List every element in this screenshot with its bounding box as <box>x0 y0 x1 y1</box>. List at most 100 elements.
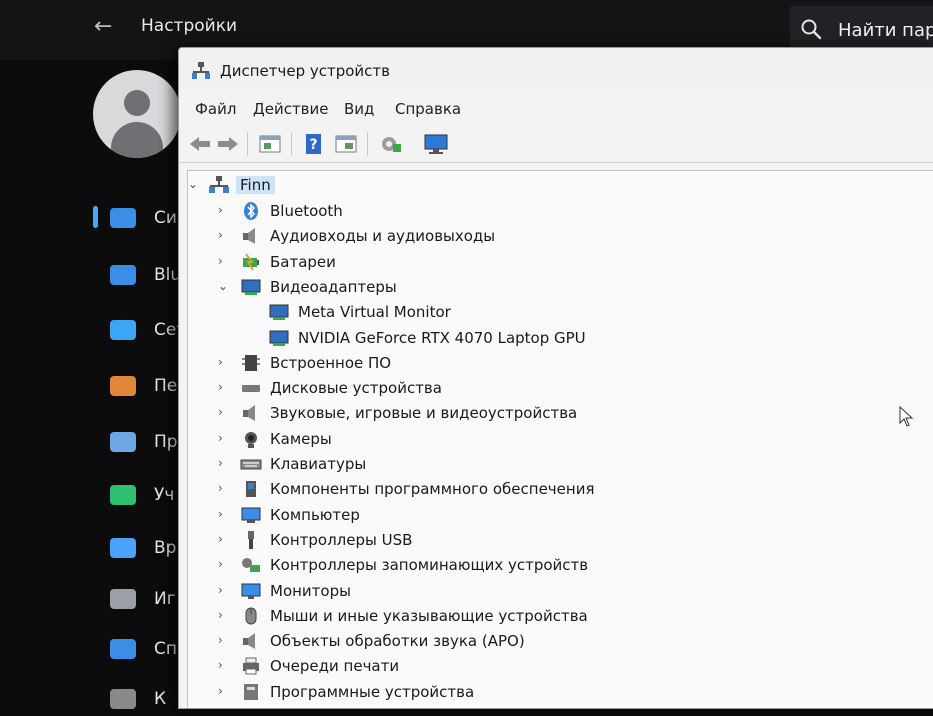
wifi-icon <box>110 320 136 340</box>
chevron-right-icon[interactable]: › <box>218 380 230 394</box>
tree-category-label: Батареи <box>270 252 336 271</box>
tree-category[interactable]: › Компьютер <box>218 503 818 527</box>
tree-category[interactable]: › Bluetooth <box>218 199 818 223</box>
battery-icon <box>243 252 259 271</box>
tree-category[interactable]: › Встроенное ПО <box>218 351 818 375</box>
chevron-right-icon[interactable]: › <box>218 431 230 445</box>
avatar-head <box>124 90 150 116</box>
tree-category-label: Встроенное ПО <box>270 353 392 372</box>
mouse-icon <box>245 607 257 625</box>
chevron-right-icon[interactable]: › <box>218 228 230 242</box>
avatar-body <box>111 122 163 158</box>
help-icon[interactable]: ? <box>301 132 327 156</box>
menu-file[interactable]: Файл <box>195 100 236 118</box>
processor-icon <box>240 707 262 709</box>
tree-category[interactable]: ›Процессоры <box>218 705 818 709</box>
tree-device[interactable]: NVIDIA GeForce RTX 4070 Laptop GPU <box>246 326 806 350</box>
settings-nav-label: Пр <box>154 432 178 452</box>
keyboard-icon <box>240 459 262 470</box>
tree-category-label: Bluetooth <box>270 202 343 220</box>
camera-icon <box>245 431 257 448</box>
chevron-right-icon[interactable]: › <box>218 633 230 647</box>
tree-device[interactable]: Meta Virtual Monitor <box>246 300 806 324</box>
tree-category[interactable]: › Объекты обработки звука (APO) <box>218 629 818 653</box>
tree-category-label: Очереди печати <box>270 657 400 676</box>
menu-bar: Файл Действие Вид Справка <box>179 96 933 122</box>
chevron-right-icon[interactable]: › <box>218 557 230 571</box>
svg-text:?: ? <box>309 137 317 153</box>
device-manager-titlebar[interactable]: Диспетчер устройств <box>179 48 933 94</box>
bluetooth-icon <box>244 202 258 220</box>
chevron-down-icon[interactable]: ⌄ <box>188 177 200 191</box>
tree-category[interactable]: ⌄ Видеоадаптеры <box>218 275 818 299</box>
tree-category-label: Контроллеры запоминающих устройств <box>270 556 589 575</box>
speaker-icon <box>243 228 255 245</box>
tree-category[interactable]: › Компоненты программного обеспечения <box>218 477 818 501</box>
tree-category[interactable]: › Контроллеры USB <box>218 528 818 552</box>
chevron-right-icon[interactable]: › <box>218 608 230 622</box>
menu-view[interactable]: Вид <box>344 100 374 118</box>
chevron-right-icon[interactable]: › <box>218 203 230 217</box>
search-icon <box>801 19 822 40</box>
tree-category-label: Камеры <box>270 429 332 448</box>
properties-icon[interactable] <box>257 132 283 156</box>
tree-category-label: Клавиатуры <box>270 455 367 473</box>
menu-help[interactable]: Справка <box>395 100 461 118</box>
device-manager-window: Диспетчер устройств Файл Действие Вид Сп… <box>178 47 933 709</box>
clock-globe-icon <box>110 538 136 558</box>
chevron-right-icon[interactable]: › <box>218 532 230 546</box>
chevron-right-icon[interactable]: › <box>218 456 230 470</box>
tree-device-label: Meta Virtual Monitor <box>298 303 451 322</box>
chevron-right-icon[interactable]: › <box>218 684 230 698</box>
menu-action[interactable]: Действие <box>253 100 329 118</box>
chevron-right-icon[interactable]: › <box>218 658 230 672</box>
firmware-icon <box>242 354 260 371</box>
toolbar-separator <box>247 132 248 156</box>
tree-category-label: Программные устройства <box>270 682 475 701</box>
speaker-icon <box>243 633 255 650</box>
settings-nav-label: Сп <box>154 639 177 659</box>
tree-category[interactable]: › Контроллеры запоминающих устройств <box>218 553 818 577</box>
scan-hardware-icon[interactable] <box>377 132 403 156</box>
apps-icon <box>110 432 136 452</box>
tree-category[interactable]: › Аудиовходы и аудиовыходы <box>218 224 818 248</box>
tree-category-label: Компоненты программного обеспечения <box>270 480 595 499</box>
tree-root[interactable]: ⌄ Finn <box>188 173 308 197</box>
accessibility-icon <box>110 639 136 659</box>
toolbar: ? <box>179 126 933 163</box>
back-arrow-icon[interactable]: ← <box>94 14 112 39</box>
settings-nav-label: Уч <box>154 485 175 505</box>
tree-category[interactable]: › Мониторы <box>218 579 818 603</box>
nav-selected-indicator <box>93 206 98 228</box>
tree-category-label: Мониторы <box>270 581 351 600</box>
tree-category-label: Дисковые устройства <box>270 379 442 398</box>
view-icon[interactable] <box>333 132 359 156</box>
tree-category[interactable]: › Камеры <box>218 427 818 451</box>
forward-arrow-icon[interactable] <box>215 132 241 156</box>
monitor-icon <box>241 583 261 599</box>
shield-icon <box>110 689 136 709</box>
device-tree: ⌄ Finn › Bluetooth › Аудиовходы и аудиовыхо… <box>187 170 933 709</box>
chevron-right-icon[interactable]: › <box>218 481 230 495</box>
tree-category[interactable]: › Клавиатуры <box>218 452 818 476</box>
chevron-right-icon[interactable]: › <box>218 355 230 369</box>
chevron-right-icon[interactable]: › <box>218 405 230 419</box>
tree-category[interactable]: › Батареи <box>218 250 818 274</box>
tree-category[interactable]: › Очереди печати <box>218 654 818 678</box>
tree-category[interactable]: › Программные устройства <box>218 680 818 704</box>
chevron-down-icon[interactable]: ⌄ <box>218 279 230 293</box>
tree-category[interactable]: › Мыши и иные указывающие устройства <box>218 604 818 628</box>
chevron-right-icon[interactable]: › <box>218 507 230 521</box>
software-component-icon <box>246 481 256 498</box>
monitor-update-icon[interactable] <box>423 132 449 156</box>
tree-category[interactable]: › Звуковые, игровые и видеоустройства <box>218 401 818 425</box>
settings-nav-label: Вр <box>154 538 177 558</box>
search-placeholder: Найти пара <box>838 20 933 41</box>
back-arrow-icon[interactable] <box>187 132 213 156</box>
user-avatar[interactable] <box>93 70 181 158</box>
chevron-right-icon[interactable]: › <box>218 254 230 268</box>
usb-icon <box>248 530 254 549</box>
tree-category[interactable]: › Дисковые устройства <box>218 376 818 400</box>
disk-icon <box>242 385 260 393</box>
chevron-right-icon[interactable]: › <box>218 583 230 597</box>
